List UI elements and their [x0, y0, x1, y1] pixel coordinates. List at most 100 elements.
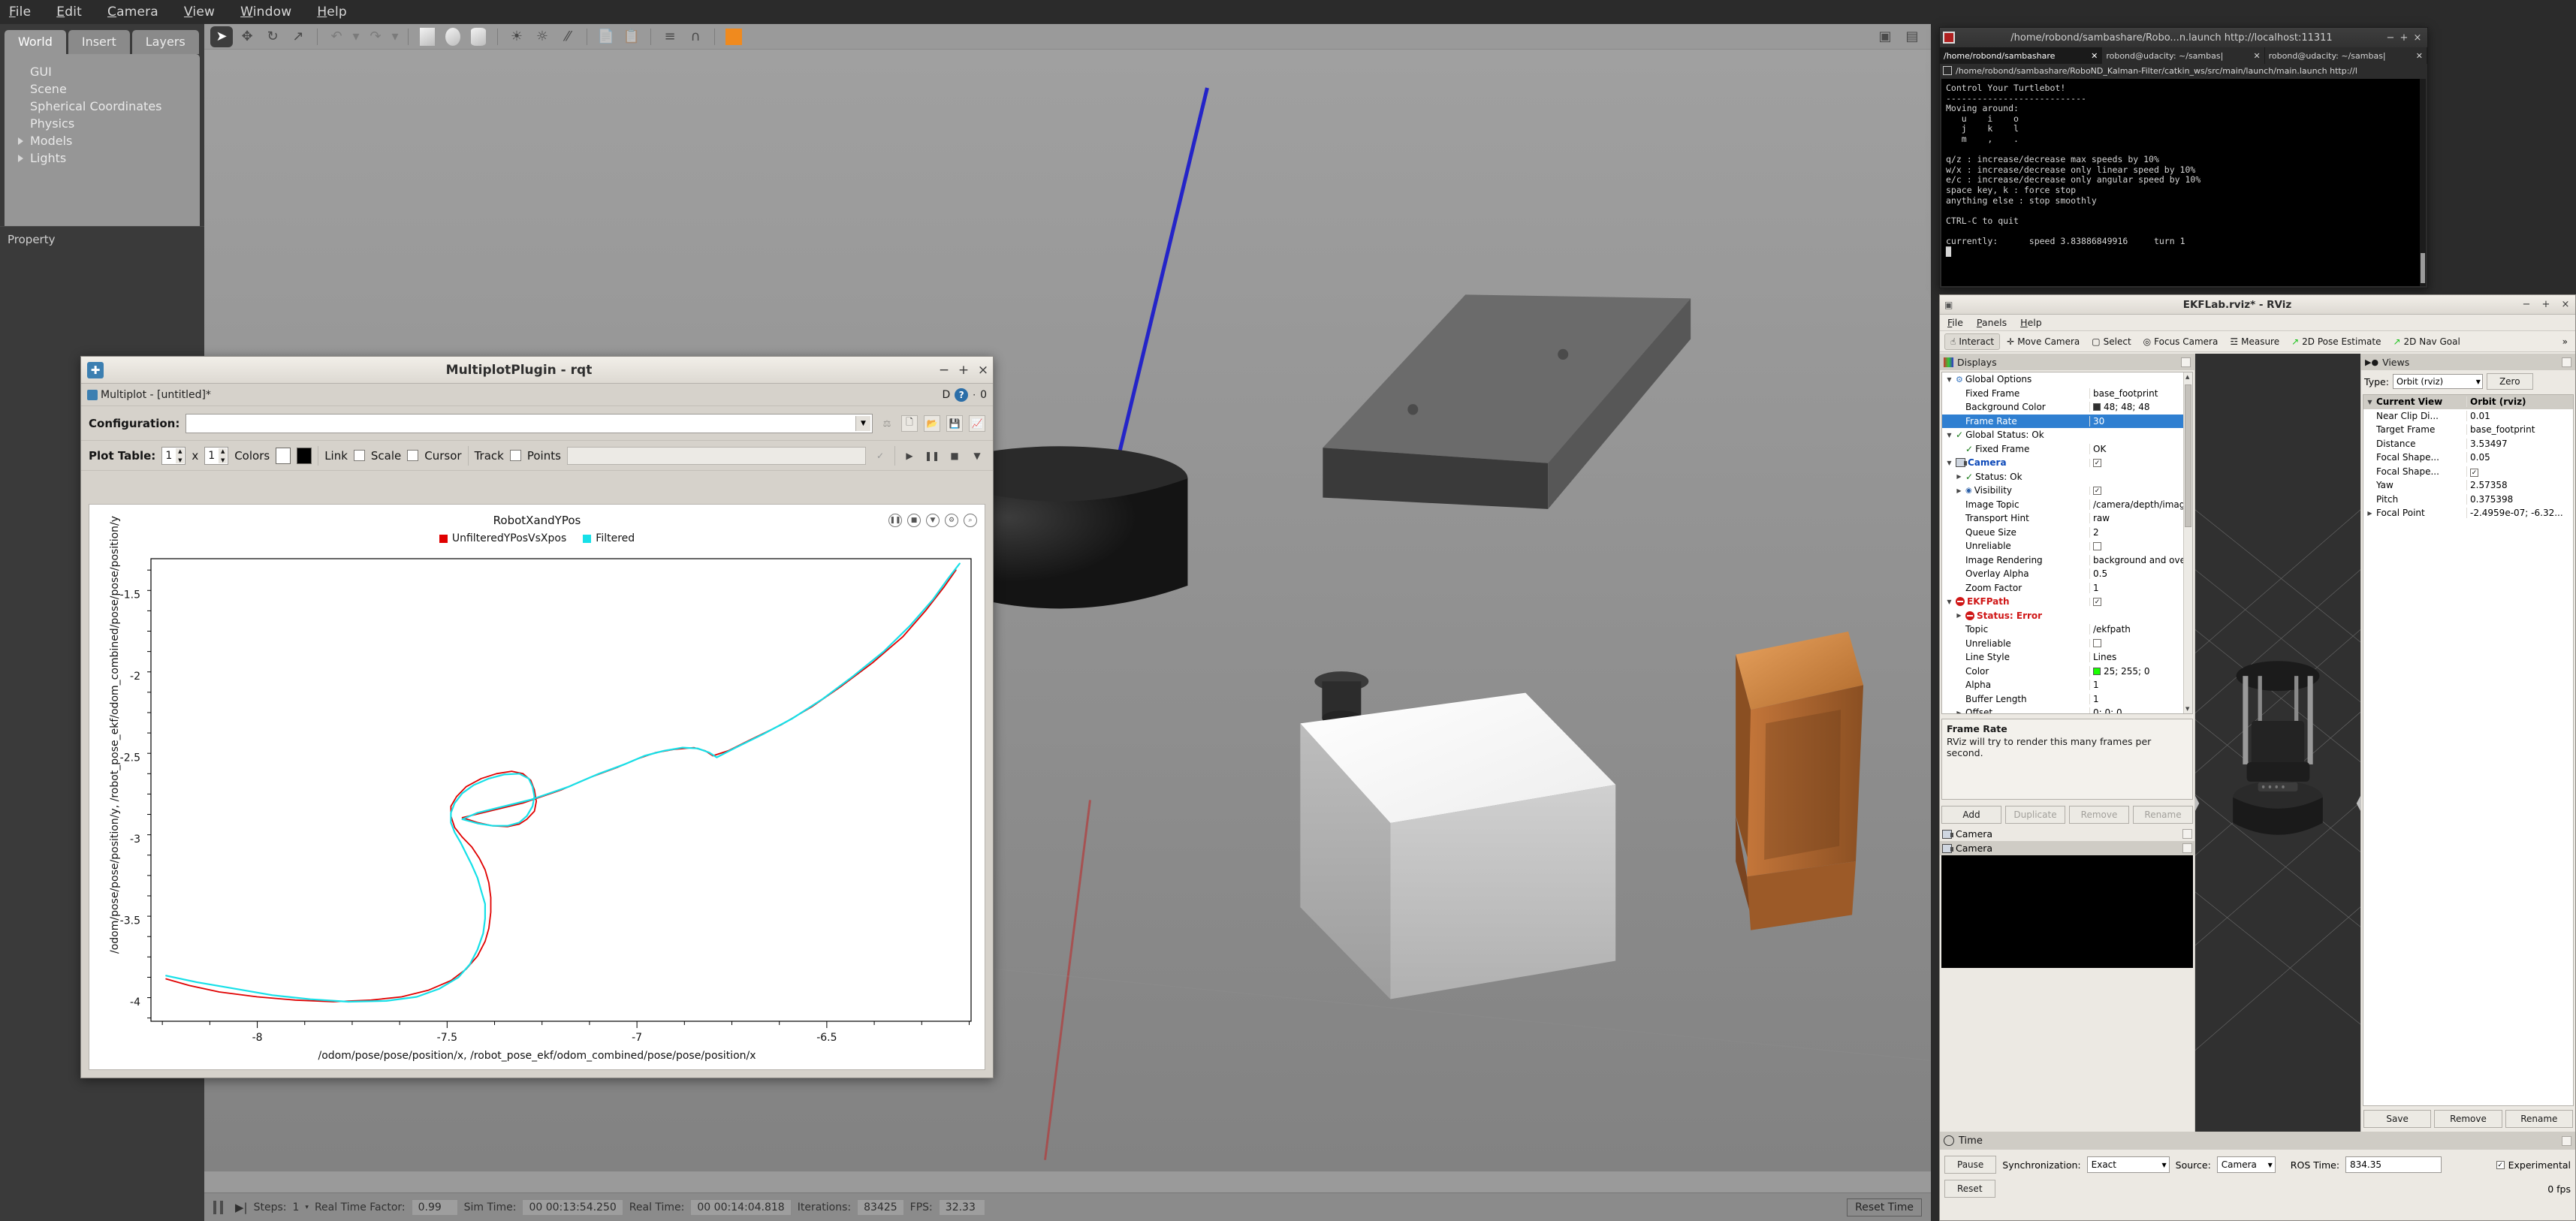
spinner-arrows-icon[interactable]: ▲ ▼ — [176, 448, 185, 463]
views-tree[interactable]: ▼ Current View Orbit (rviz) Near Clip Di...… — [2363, 394, 2574, 1106]
display-value-checkbox[interactable]: ✓ — [2093, 486, 2101, 495]
pause-icon[interactable] — [213, 1200, 216, 1214]
scale-icon[interactable]: ↗ — [287, 26, 309, 47]
display-row-value-cell[interactable]: /ekfpath — [2089, 624, 2192, 635]
display-row[interactable]: ▼ ⚙ Global Options — [1942, 372, 2192, 387]
rviz-tool-select[interactable]: ▢ Select — [2086, 334, 2136, 349]
terminal-tab-0[interactable]: /home/robond/sambashare ✕ — [1940, 47, 2103, 64]
rviz-titlebar[interactable]: ▣ EKFLab.rviz* - RViz − + × — [1940, 295, 2575, 315]
translate-icon[interactable]: ✥ — [236, 26, 258, 47]
rqt-titlebar[interactable]: ✚ MultiplotPlugin - rqt − + × — [81, 357, 993, 384]
save-config-icon[interactable]: 💾 — [946, 415, 963, 432]
terminal-tab-2[interactable]: robond@udacity: ~/sambas| ✕ — [2265, 47, 2427, 64]
menu-view[interactable]: View — [184, 5, 215, 20]
display-row[interactable]: ▶ ✓ Status: Ok — [1942, 470, 2192, 484]
rviz-minimize-button[interactable]: − — [2517, 299, 2536, 310]
scrollbar-thumb[interactable] — [2185, 384, 2191, 527]
display-row-value-cell[interactable]: 1 — [2089, 693, 2192, 704]
rviz-menu-panels[interactable]: Panels — [1977, 317, 2007, 328]
spot-light-icon[interactable]: ☼ — [531, 26, 554, 47]
displays-float-button[interactable] — [2181, 357, 2191, 367]
views-zero-button[interactable]: Zero — [2486, 373, 2533, 390]
chevron-down-icon[interactable]: ▼ — [2161, 1162, 2166, 1168]
select-arrow-icon[interactable]: ➤ — [210, 26, 233, 47]
display-row[interactable]: ▼ EKFPath ✓ — [1942, 595, 2192, 609]
display-row[interactable]: Buffer Length 1 — [1942, 692, 2192, 707]
display-value-checkbox[interactable]: ✓ — [2093, 597, 2101, 606]
chevron-down-icon[interactable]: ▼ — [1945, 432, 1953, 439]
pause-button[interactable]: Pause — [1944, 1156, 1997, 1174]
rviz-menu-help[interactable]: Help — [2020, 317, 2042, 328]
menu-edit[interactable]: Edit — [56, 5, 82, 20]
display-row-value-cell[interactable]: 0.5 — [2089, 568, 2192, 580]
terminal-tab-close-icon[interactable]: ✕ — [2253, 51, 2260, 61]
run-icon[interactable]: ▶ — [901, 448, 918, 464]
rotate-icon[interactable]: ↻ — [261, 26, 284, 47]
open-config-icon[interactable]: 📂 — [924, 415, 940, 432]
camera-panel-row-0[interactable]: Camera — [1940, 827, 2194, 841]
terminal-scrollbar[interactable] — [2420, 79, 2426, 286]
undo-dropdown-icon[interactable]: ▾ — [351, 26, 361, 47]
rqt-maximize-button[interactable]: + — [954, 363, 973, 378]
display-row[interactable]: Fixed Frame base_footprint — [1942, 387, 2192, 401]
views-row[interactable]: Pitch 0.375398 — [2363, 493, 2573, 507]
terminal-titlebar[interactable]: /home/robond/sambashare/Robo...n.launch … — [1940, 28, 2427, 47]
display-row[interactable]: Image Topic/camera/depth/image_raw — [1942, 498, 2192, 512]
configuration-combo[interactable]: ▼ — [186, 413, 873, 433]
display-row[interactable]: Topic/ekfpath — [1942, 623, 2192, 637]
paste-icon[interactable]: 📋 — [620, 26, 643, 47]
remove-view-button[interactable]: Remove — [2434, 1110, 2502, 1128]
steps-value[interactable]: 1 — [292, 1201, 299, 1213]
sphere-icon[interactable] — [442, 26, 464, 47]
terminal-tab-close-icon[interactable]: ✕ — [2091, 51, 2098, 61]
cylinder-icon[interactable] — [467, 26, 490, 47]
display-row-value-cell[interactable]: OK — [2089, 443, 2192, 454]
help-icon[interactable]: ? — [955, 387, 969, 402]
display-row[interactable]: Line Style Lines — [1942, 650, 2192, 665]
tab-insert[interactable]: Insert — [68, 30, 130, 54]
display-row[interactable]: Zoom Factor 1 — [1942, 581, 2192, 595]
chevron-down-icon[interactable]: ▼ — [2268, 1162, 2273, 1168]
scroll-up-icon[interactable]: ▲ — [2185, 374, 2189, 380]
tab-layers[interactable]: Layers — [131, 30, 199, 54]
view-angle-icon[interactable] — [722, 26, 745, 47]
track-checkbox[interactable] — [509, 450, 521, 461]
display-row-value-cell[interactable]: 1 — [2089, 582, 2192, 593]
scale-checkbox[interactable] — [407, 450, 419, 461]
terminal-tab-1[interactable]: robond@udacity: ~/sambas| ✕ — [2102, 47, 2265, 64]
display-row[interactable]: ✓ Fixed Frame OK — [1942, 442, 2192, 457]
rviz-tool-2d-pose-estimate[interactable]: ↗ 2D Pose Estimate — [2286, 334, 2386, 349]
display-row[interactable]: ▶ Status: Error — [1942, 609, 2192, 623]
rqt-close-button[interactable]: × — [973, 363, 993, 378]
terminal-tab-close-icon[interactable]: ✕ — [2416, 51, 2423, 61]
displays-tree[interactable]: ▼ ⚙ Global Options Fixed Frame base_footprin… — [1941, 372, 2193, 714]
snap-icon[interactable]: ∩ — [684, 26, 707, 47]
plot-canvas[interactable]: ❚❚ ■ ▼ ⚙ ⌕ RobotXandYPos UnfilteredYPosV… — [89, 504, 985, 1070]
undo-icon[interactable]: ↶ — [325, 26, 348, 47]
rviz-tool-move-camera[interactable]: ✛ Move Camera — [2001, 334, 2085, 349]
rviz-tool-focus-camera[interactable]: ◎ Focus Camera — [2138, 334, 2224, 349]
display-row-value-cell[interactable]: 2 — [2089, 526, 2192, 538]
chevron-down-icon[interactable]: ▼ — [1945, 460, 1953, 466]
spinner-arrows-icon[interactable]: ▲ ▼ — [219, 448, 228, 463]
views-row[interactable]: Distance 3.53497 — [2363, 437, 2573, 451]
step-icon[interactable]: ▶| — [235, 1201, 248, 1214]
rows-spinner[interactable]: 1 ▲ ▼ — [161, 446, 186, 465]
terminal-maximize-button[interactable]: + — [2397, 32, 2411, 44]
views-row[interactable]: Near Clip Di... 0.01 — [2363, 409, 2573, 424]
add-display-button[interactable]: Add — [1941, 806, 2001, 824]
terminal-close-button[interactable]: × — [2411, 32, 2424, 44]
pause-icon[interactable]: ❚❚ — [924, 448, 940, 464]
views-row[interactable]: ▶ Focal Point -2.4959e-07; -6.32... — [2363, 506, 2573, 520]
rviz-maximize-button[interactable]: + — [2536, 299, 2556, 310]
world-item-lights[interactable]: Lights — [5, 149, 200, 167]
views-value-checkbox[interactable]: ✓ — [2470, 468, 2478, 477]
display-row-value-cell[interactable]: ✓ — [2089, 597, 2192, 606]
copy-icon[interactable]: 📄 — [595, 26, 617, 47]
display-row[interactable]: ▶ ◉ Visibility ✓ — [1942, 484, 2192, 498]
display-row-value-cell[interactable]: Lines — [2089, 652, 2192, 663]
chevron-right-icon[interactable]: ▶ — [1955, 473, 1963, 480]
display-row-value-cell[interactable]: /camera/depth/image_raw — [2089, 499, 2192, 510]
display-row-value-cell[interactable]: ✓ — [2089, 458, 2192, 467]
views-row[interactable]: Target Frame base_footprint — [2363, 423, 2573, 437]
